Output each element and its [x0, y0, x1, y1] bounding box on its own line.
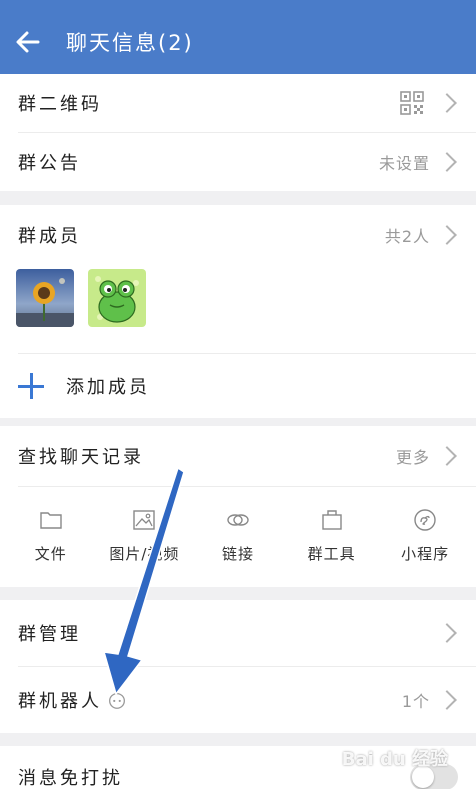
robot-label: 群机器人: [18, 691, 102, 712]
group-qr-row[interactable]: 群二维码: [0, 74, 476, 132]
tool-media[interactable]: 图片/视频: [104, 507, 184, 587]
chevron-right-icon: [437, 690, 457, 710]
app-header: 聊天信息(2): [0, 0, 476, 74]
folder-icon: [40, 512, 62, 529]
mini-program-icon: [414, 509, 436, 531]
manage-label: 群管理: [18, 624, 81, 645]
robot-icon: [109, 690, 125, 709]
tool-mini-program-label: 小程序: [401, 545, 450, 563]
tool-group-tools[interactable]: 群工具: [292, 507, 372, 587]
group-members-row[interactable]: 群成员 共2人: [0, 205, 476, 265]
member-avatars: [0, 265, 476, 353]
search-history-label: 查找聊天记录: [18, 447, 144, 468]
more-label: 更多: [395, 448, 430, 467]
search-history-row[interactable]: 查找聊天记录 更多: [0, 426, 476, 486]
group-announcement-row[interactable]: 群公告 未设置: [0, 133, 476, 191]
toolbox-icon: [321, 510, 342, 530]
history-tools: 文件 图片/视频 链接 群工具 小程序: [0, 487, 476, 587]
group-qr-label: 群二维码: [18, 94, 102, 115]
members-card: 群成员 共2人 添加成员: [0, 205, 476, 418]
chevron-right-icon: [437, 446, 457, 466]
tool-mini-program[interactable]: 小程序: [385, 507, 465, 587]
plus-icon: [18, 373, 44, 399]
members-label: 群成员: [18, 226, 81, 247]
group-robot-row[interactable]: 群机器人 1个: [0, 667, 476, 733]
tool-links[interactable]: 链接: [198, 507, 278, 587]
tool-links-label: 链接: [221, 545, 254, 563]
image-icon: [133, 510, 156, 530]
chat-history-card: 查找聊天记录 更多 文件 图片/视频 链接 群工具 小程序: [0, 426, 476, 587]
group-info-card: 群二维码 群公告 未设置: [0, 74, 476, 191]
avatar-frog[interactable]: [88, 269, 146, 327]
page-title: 聊天信息(2): [66, 31, 194, 55]
chevron-right-icon: [437, 225, 457, 245]
chevron-right-icon: [437, 152, 457, 172]
avatar-sunflower[interactable]: [16, 269, 74, 327]
tool-group-tools-label: 群工具: [307, 545, 356, 563]
tool-files[interactable]: 文件: [11, 507, 91, 587]
add-member-row[interactable]: 添加成员: [0, 354, 476, 418]
chevron-right-icon: [437, 623, 457, 643]
announcement-label: 群公告: [18, 153, 81, 174]
group-manage-row[interactable]: 群管理: [0, 600, 476, 666]
link-icon: [227, 514, 249, 526]
add-member-label: 添加成员: [66, 377, 150, 398]
members-count: 共2人: [384, 227, 430, 246]
manage-card: 群管理 群机器人 1个: [0, 600, 476, 733]
announcement-value: 未设置: [378, 154, 430, 173]
robot-count: 1个: [401, 692, 430, 711]
tool-media-label: 图片/视频: [109, 545, 180, 563]
tool-files-label: 文件: [34, 545, 67, 563]
baidu-watermark: Bai du 经验: [341, 749, 448, 770]
chevron-right-icon: [437, 93, 457, 113]
qr-code-icon: [400, 91, 424, 115]
back-arrow-icon[interactable]: [14, 28, 42, 56]
